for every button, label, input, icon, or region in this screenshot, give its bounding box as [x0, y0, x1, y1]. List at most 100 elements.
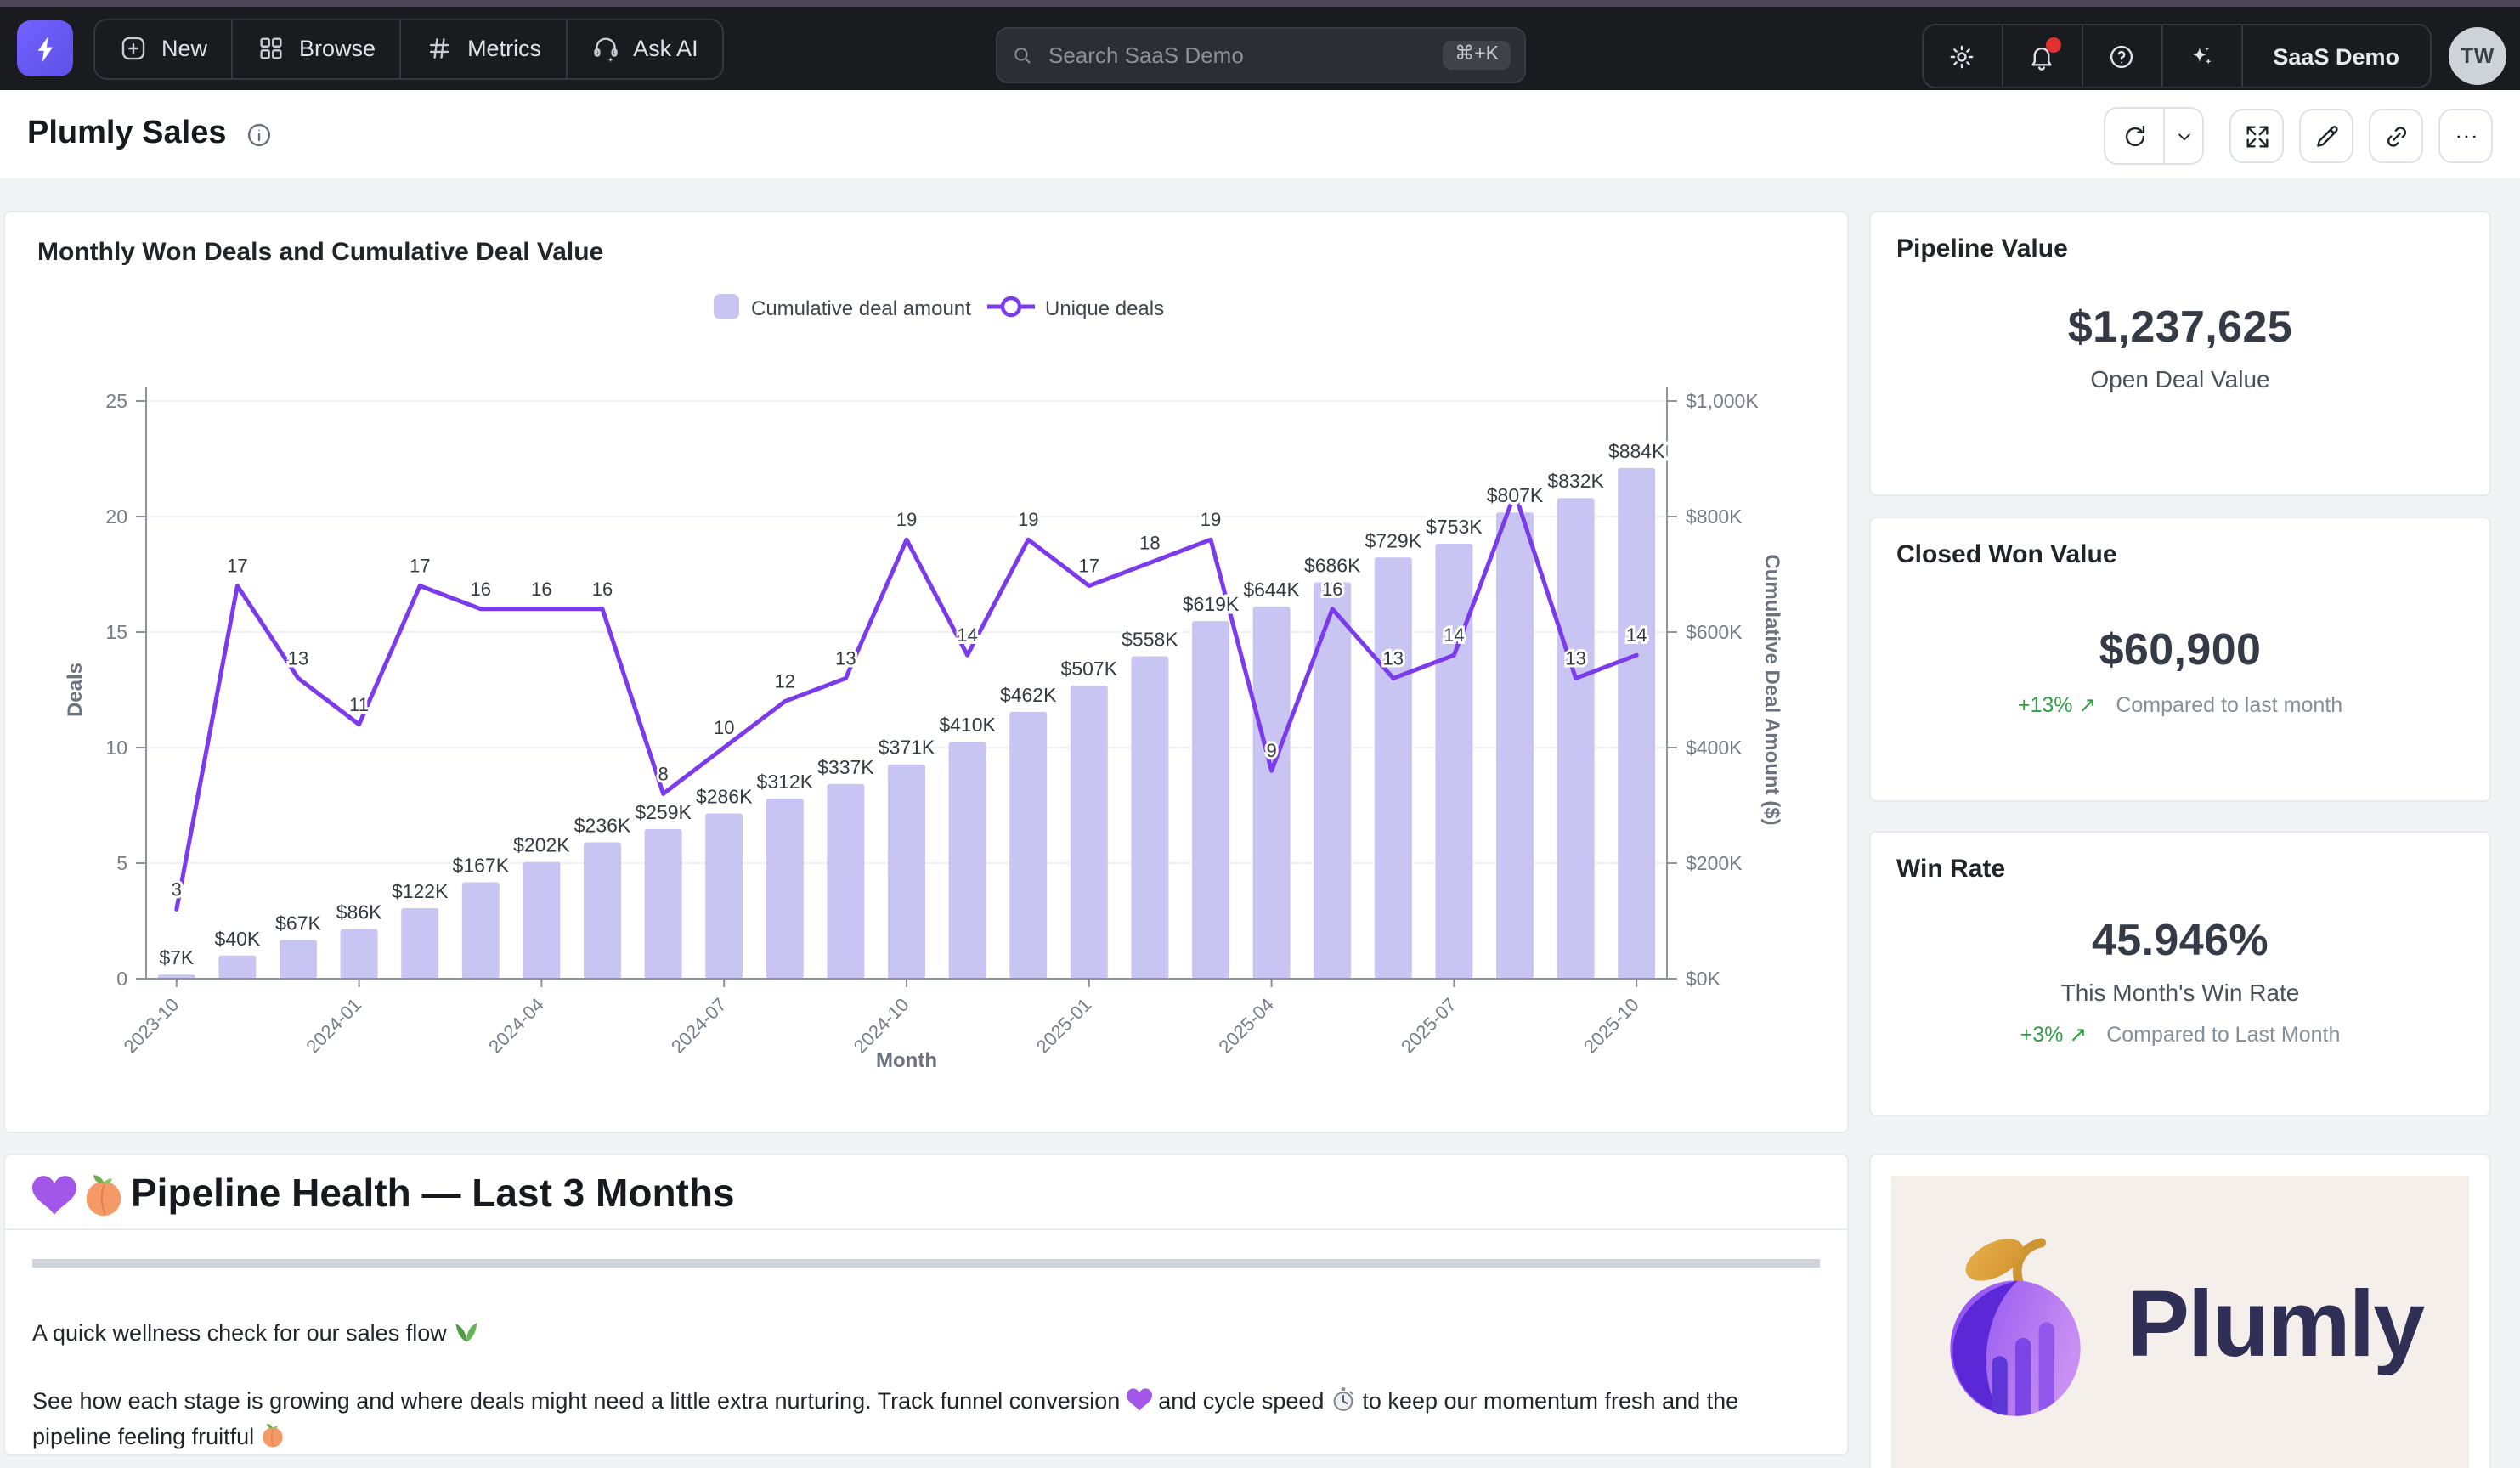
metrics-button-label: Metrics: [467, 36, 541, 61]
svg-text:17: 17: [1079, 556, 1099, 577]
ask-ai-button[interactable]: Ask AI: [565, 20, 722, 77]
svg-text:16: 16: [592, 579, 613, 600]
kpi-subtitle: This Month's Win Rate: [1871, 979, 2489, 1006]
share-link-button[interactable]: [2369, 109, 2423, 163]
svg-text:25: 25: [105, 390, 127, 412]
new-button[interactable]: New: [95, 20, 231, 77]
svg-text:$619K: $619K: [1183, 593, 1240, 615]
ellipsis-icon: [2451, 121, 2480, 150]
svg-text:2025-04: 2025-04: [1214, 994, 1278, 1058]
metrics-button[interactable]: Metrics: [399, 20, 565, 77]
fullscreen-button[interactable]: [2229, 109, 2284, 163]
svg-text:$558K: $558K: [1122, 629, 1178, 651]
bar-2024-06: [645, 829, 682, 979]
svg-text:13: 13: [835, 647, 856, 669]
svg-text:17: 17: [410, 556, 430, 577]
bar-2025-01: [1071, 686, 1108, 979]
bar-2023-11: [218, 956, 256, 979]
svg-text:$884K: $884K: [1608, 440, 1665, 462]
edit-button[interactable]: [2299, 109, 2353, 163]
refresh-options-button[interactable]: [2163, 109, 2202, 163]
more-options-button[interactable]: [2438, 109, 2493, 163]
kpi-title: Closed Won Value: [1871, 518, 2489, 569]
svg-text:2024-04: 2024-04: [484, 994, 548, 1058]
svg-text:$507K: $507K: [1061, 658, 1118, 680]
lightdash-logo[interactable]: [17, 20, 73, 76]
chart-title: Monthly Won Deals and Cumulative Deal Va…: [5, 212, 1847, 267]
svg-text:$40K: $40K: [215, 928, 261, 950]
search-shortcut-badge: ⌘+K: [1443, 41, 1511, 71]
settings-button[interactable]: [1923, 25, 2001, 87]
svg-text:3: 3: [172, 878, 182, 900]
search-icon: [1011, 44, 1033, 66]
global-search[interactable]: ⌘+K: [996, 27, 1526, 83]
sparkles-icon: [2187, 42, 2216, 71]
expand-icon: [2242, 121, 2271, 150]
kpi-title: Pipeline Value: [1871, 212, 2489, 263]
bar-2024-07: [705, 814, 743, 979]
headset-sparkle-icon: [590, 34, 619, 63]
svg-text:13: 13: [1565, 647, 1585, 669]
svg-text:$371K: $371K: [879, 737, 935, 759]
kpi-delta: +13% ↗: [2018, 693, 2097, 717]
svg-text:$1,000K: $1,000K: [1686, 390, 1759, 412]
bar-2024-12: [1009, 712, 1047, 979]
chart-legend: Cumulative deal amount Unique deals: [714, 294, 1164, 320]
svg-text:$67K: $67K: [275, 912, 321, 934]
svg-text:$686K: $686K: [1304, 555, 1361, 577]
kpi-subtitle: Open Deal Value: [1871, 365, 2489, 392]
org-switcher-button[interactable]: SaaS Demo: [2240, 25, 2430, 87]
svg-text:2024-01: 2024-01: [302, 994, 365, 1058]
svg-text:Cumulative Deal Amount ($): Cumulative Deal Amount ($): [1760, 554, 1783, 825]
svg-text:10: 10: [105, 737, 127, 759]
peach-emoji: [82, 1172, 126, 1216]
kpi-tile-pipeline-value: Pipeline Value $1,237,625 Open Deal Valu…: [1869, 211, 2491, 496]
kpi-value: 45.946%: [1871, 914, 2489, 967]
search-input[interactable]: [1045, 41, 1443, 70]
svg-text:$729K: $729K: [1365, 529, 1422, 551]
peach-emoji: [261, 1422, 286, 1448]
bar-2025-02: [1131, 657, 1168, 979]
brand-logo-panel: Plumly: [1891, 1176, 2469, 1468]
bar-2025-03: [1192, 621, 1229, 979]
kpi-trend: +3% ↗ Compared to Last Month: [1871, 1021, 2489, 1047]
svg-text:8: 8: [658, 763, 668, 784]
svg-text:$753K: $753K: [1426, 516, 1483, 538]
notes-heading-row: Pipeline Health — Last 3 Months: [5, 1155, 1847, 1230]
help-button[interactable]: [2081, 25, 2161, 87]
svg-text:18: 18: [1139, 532, 1160, 553]
ai-sparkle-button[interactable]: [2161, 25, 2240, 87]
svg-text:19: 19: [1018, 509, 1038, 530]
svg-text:16: 16: [471, 579, 491, 600]
svg-text:Cumulative deal amount: Cumulative deal amount: [751, 297, 971, 320]
notifications-button[interactable]: [2001, 25, 2081, 87]
bar-2025-04: [1253, 607, 1291, 979]
refresh-button[interactable]: [2105, 109, 2163, 163]
kpi-tile-closed-won: Closed Won Value $60,900 +13% ↗ Compared…: [1869, 517, 2491, 802]
topbar-right: SaaS Demo TW: [1921, 24, 2506, 88]
gear-icon: [1947, 42, 1976, 71]
new-button-label: New: [161, 36, 207, 61]
svg-text:$644K: $644K: [1243, 579, 1300, 601]
svg-text:$259K: $259K: [635, 801, 692, 823]
svg-text:$167K: $167K: [453, 854, 510, 876]
combo-chart-canvas[interactable]: Cumulative deal amountUnique deals051015…: [5, 274, 1850, 1132]
markdown-tile: Pipeline Health — Last 3 Months A quick …: [3, 1154, 1849, 1456]
dashboard-info-button[interactable]: [245, 120, 274, 149]
kpi-delta: +3% ↗: [2020, 1023, 2088, 1047]
bar-2024-01: [341, 929, 378, 979]
app-window: New Browse Metrics Ask AI ⌘+K: [0, 0, 2520, 1468]
svg-text:2025-10: 2025-10: [1579, 994, 1643, 1058]
browse-button[interactable]: Browse: [231, 20, 399, 77]
svg-text:$0K: $0K: [1686, 968, 1721, 990]
user-avatar[interactable]: TW: [2449, 27, 2506, 85]
brand-wordmark: Plumly: [2127, 1269, 2424, 1378]
svg-text:9: 9: [1266, 740, 1276, 761]
svg-text:Unique deals: Unique deals: [1045, 297, 1164, 320]
svg-text:5: 5: [116, 852, 127, 874]
herb-emoji: [453, 1318, 478, 1344]
svg-text:16: 16: [531, 579, 551, 600]
svg-text:12: 12: [775, 671, 795, 692]
bar-2024-04: [523, 862, 560, 979]
svg-text:$312K: $312K: [757, 771, 814, 793]
